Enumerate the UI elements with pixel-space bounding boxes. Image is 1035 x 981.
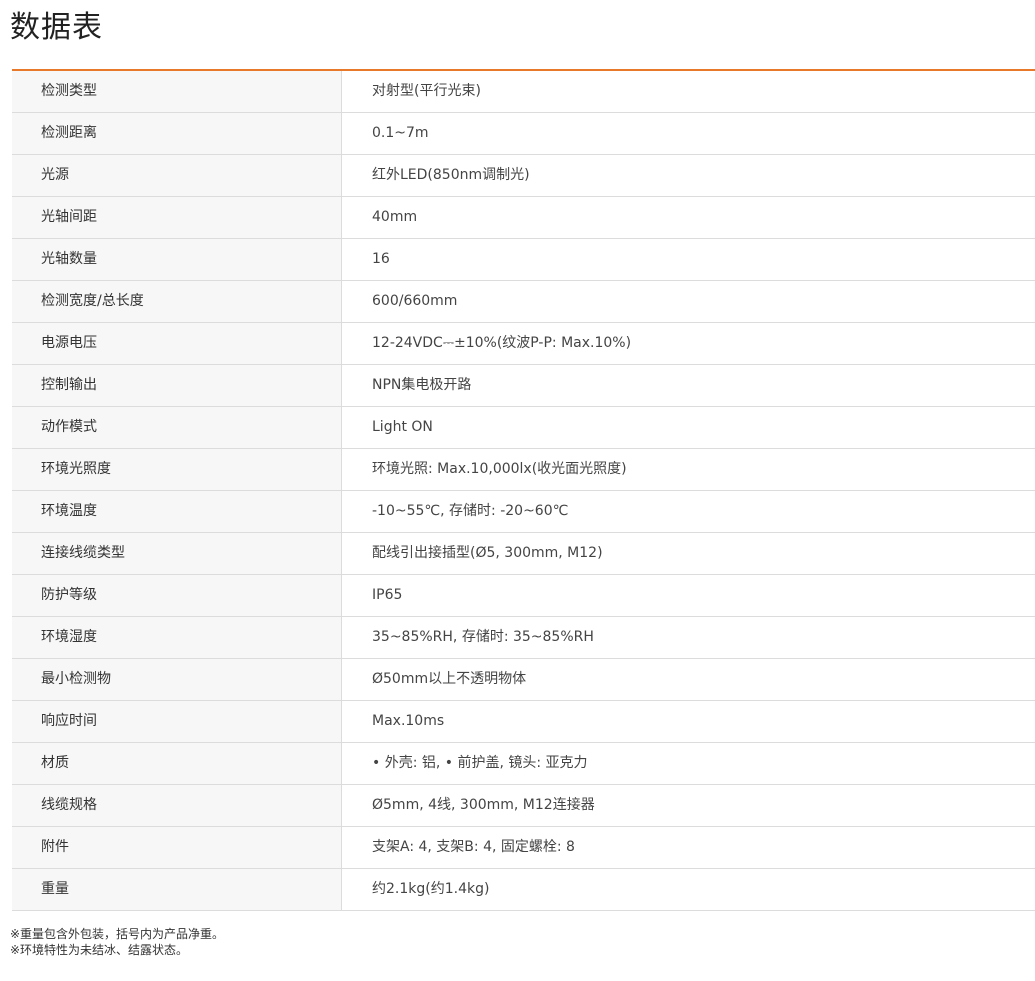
- spec-value: 16: [341, 238, 1035, 281]
- spec-label: 环境光照度: [12, 448, 342, 491]
- spec-row: 光源 红外LED(850nm调制光): [12, 154, 1035, 197]
- spec-label: 光轴数量: [12, 238, 342, 281]
- spec-label: 检测类型: [12, 70, 342, 113]
- spec-row: 重量 约2.1kg(约1.4kg): [12, 868, 1035, 911]
- spec-label: 光源: [12, 154, 342, 197]
- spec-value: Light ON: [341, 406, 1035, 449]
- spec-value: NPN集电极开路: [341, 364, 1035, 407]
- spec-label: 光轴间距: [12, 196, 342, 239]
- spec-label: 动作模式: [12, 406, 342, 449]
- spec-value: 12-24VDC⎓±10%(纹波P-P: Max.10%): [341, 322, 1035, 365]
- footnotes: ※重量包含外包装，括号内为产品净重。 ※环境特性为未结冰、结露状态。: [10, 926, 224, 958]
- spec-label: 防护等级: [12, 574, 342, 617]
- spec-row: 检测类型 对射型(平行光束): [12, 70, 1035, 113]
- spec-row: 动作模式 Light ON: [12, 406, 1035, 449]
- spec-row: 光轴数量 16: [12, 238, 1035, 281]
- spec-value: IP65: [341, 574, 1035, 617]
- spec-row: 附件 支架A: 4, 支架B: 4, 固定螺栓: 8: [12, 826, 1035, 869]
- page-title: 数据表: [10, 10, 103, 45]
- spec-table: 检测类型 对射型(平行光束) 检测距离 0.1~7m 光源 红外LED(850nm调制光)…: [12, 69, 1035, 911]
- spec-label: 电源电压: [12, 322, 342, 365]
- spec-row: 防护等级 IP65: [12, 574, 1035, 617]
- spec-row: 环境光照度 环境光照: Max.10,000lx(收光面光照度): [12, 448, 1035, 491]
- spec-label: 线缆规格: [12, 784, 342, 827]
- spec-value: Ø5mm, 4线, 300mm, M12连接器: [341, 784, 1035, 827]
- spec-label: 检测距离: [12, 112, 342, 155]
- spec-row: 电源电压 12-24VDC⎓±10%(纹波P-P: Max.10%): [12, 322, 1035, 365]
- spec-row: 光轴间距 40mm: [12, 196, 1035, 239]
- spec-row: 控制输出 NPN集电极开路: [12, 364, 1035, 407]
- spec-label: 重量: [12, 868, 342, 911]
- spec-value: 环境光照: Max.10,000lx(收光面光照度): [341, 448, 1035, 491]
- spec-row: 检测宽度/总长度 600/660mm: [12, 280, 1035, 323]
- spec-value: • 外壳: 铝, • 前护盖, 镜头: 亚克力: [341, 742, 1035, 785]
- spec-table-body: 检测类型 对射型(平行光束) 检测距离 0.1~7m 光源 红外LED(850nm调制光)…: [12, 70, 1035, 911]
- footnote-environment: ※环境特性为未结冰、结露状态。: [10, 943, 189, 957]
- spec-value: 35~85%RH, 存储时: 35~85%RH: [341, 616, 1035, 659]
- spec-label: 连接线缆类型: [12, 532, 342, 575]
- spec-label: 环境温度: [12, 490, 342, 533]
- spec-row: 最小检测物 Ø50mm以上不透明物体: [12, 658, 1035, 701]
- spec-row: 连接线缆类型 配线引出接插型(Ø5, 300mm, M12): [12, 532, 1035, 575]
- spec-row: 响应时间 Max.10ms: [12, 700, 1035, 743]
- spec-row: 环境温度 -10~55℃, 存储时: -20~60℃: [12, 490, 1035, 533]
- spec-row: 线缆规格 Ø5mm, 4线, 300mm, M12连接器: [12, 784, 1035, 827]
- spec-value: -10~55℃, 存储时: -20~60℃: [341, 490, 1035, 533]
- spec-label: 环境湿度: [12, 616, 342, 659]
- spec-label: 响应时间: [12, 700, 342, 743]
- spec-value: 0.1~7m: [341, 112, 1035, 155]
- spec-value: 支架A: 4, 支架B: 4, 固定螺栓: 8: [341, 826, 1035, 869]
- spec-value: 40mm: [341, 196, 1035, 239]
- footnote-weight: ※重量包含外包装，括号内为产品净重。: [10, 927, 225, 941]
- spec-label: 最小检测物: [12, 658, 342, 701]
- spec-row: 材质 • 外壳: 铝, • 前护盖, 镜头: 亚克力: [12, 742, 1035, 785]
- spec-value: 600/660mm: [341, 280, 1035, 323]
- spec-label: 控制输出: [12, 364, 342, 407]
- spec-label: 附件: [12, 826, 342, 869]
- spec-value: Ø50mm以上不透明物体: [341, 658, 1035, 701]
- spec-value: 配线引出接插型(Ø5, 300mm, M12): [341, 532, 1035, 575]
- spec-value: 对射型(平行光束): [341, 70, 1035, 113]
- spec-row: 检测距离 0.1~7m: [12, 112, 1035, 155]
- spec-label: 检测宽度/总长度: [12, 280, 342, 323]
- spec-value: Max.10ms: [341, 700, 1035, 743]
- spec-value: 红外LED(850nm调制光): [341, 154, 1035, 197]
- spec-label: 材质: [12, 742, 342, 785]
- spec-value: 约2.1kg(约1.4kg): [341, 868, 1035, 911]
- spec-row: 环境湿度 35~85%RH, 存储时: 35~85%RH: [12, 616, 1035, 659]
